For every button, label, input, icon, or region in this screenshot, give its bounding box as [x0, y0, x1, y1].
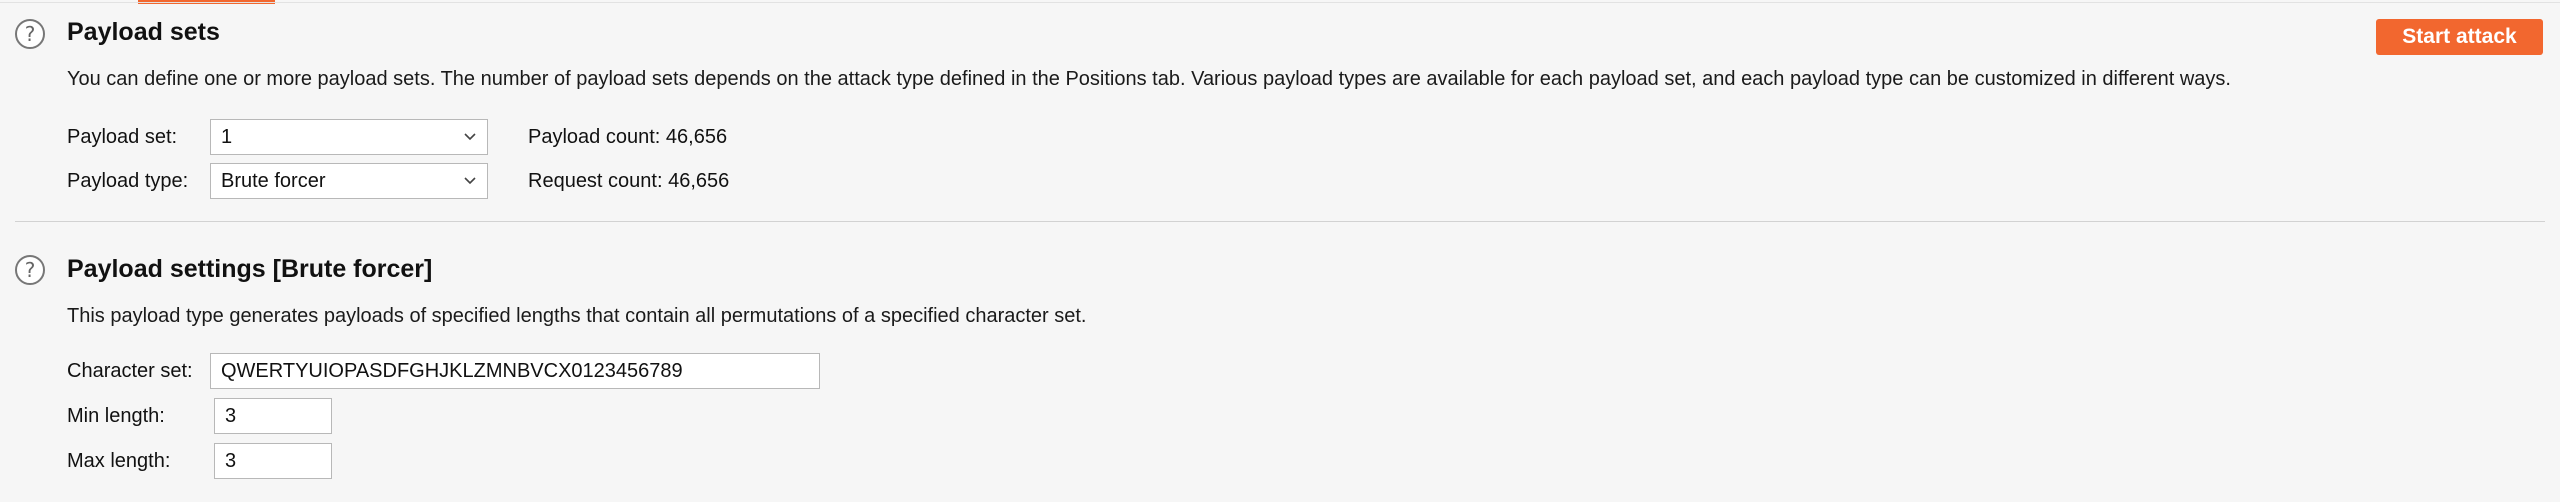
payload-set-label: Payload set: — [67, 126, 178, 148]
min-length-field[interactable]: 3 — [214, 398, 332, 434]
payload-sets-description: You can define one or more payload sets.… — [67, 68, 2231, 90]
payload-count-value: 46,656 — [665, 126, 728, 148]
payload-sets-title: Payload sets — [67, 18, 220, 46]
payload-set-value: 1 — [221, 126, 233, 148]
request-count-label: Request count: — [528, 170, 663, 192]
min-length-label: Min length: — [67, 405, 165, 427]
help-icon[interactable]: ? — [15, 255, 45, 285]
max-length-label: Max length: — [67, 450, 171, 472]
request-count-value: 46,656 — [668, 170, 730, 192]
payload-count-label: Payload count: — [528, 126, 661, 148]
help-icon[interactable]: ? — [15, 19, 45, 49]
start-attack-button[interactable]: Start attack — [2376, 19, 2543, 55]
character-set-label: Character set: — [67, 360, 193, 382]
section-divider — [15, 221, 2545, 222]
max-length-field[interactable]: 3 — [214, 443, 332, 479]
top-divider — [0, 2, 2560, 3]
chevron-down-icon — [464, 177, 476, 185]
payload-type-value: Brute forcer — [221, 170, 326, 192]
character-set-field[interactable]: QWERTYUIOPASDFGHJKLZMNBVCX0123456789 — [210, 353, 820, 389]
payload-type-select[interactable]: Brute forcer — [210, 163, 488, 199]
payload-set-select[interactable]: 1 — [210, 119, 488, 155]
payload-settings-title: Payload settings [Brute forcer] — [67, 255, 433, 283]
payload-count: Payload count: 46,656 — [528, 126, 727, 149]
payload-type-label: Payload type: — [67, 170, 189, 192]
payload-settings-description: This payload type generates payloads of … — [67, 305, 1087, 327]
chevron-down-icon — [464, 133, 476, 141]
request-count: Request count: 46,656 — [528, 170, 729, 193]
